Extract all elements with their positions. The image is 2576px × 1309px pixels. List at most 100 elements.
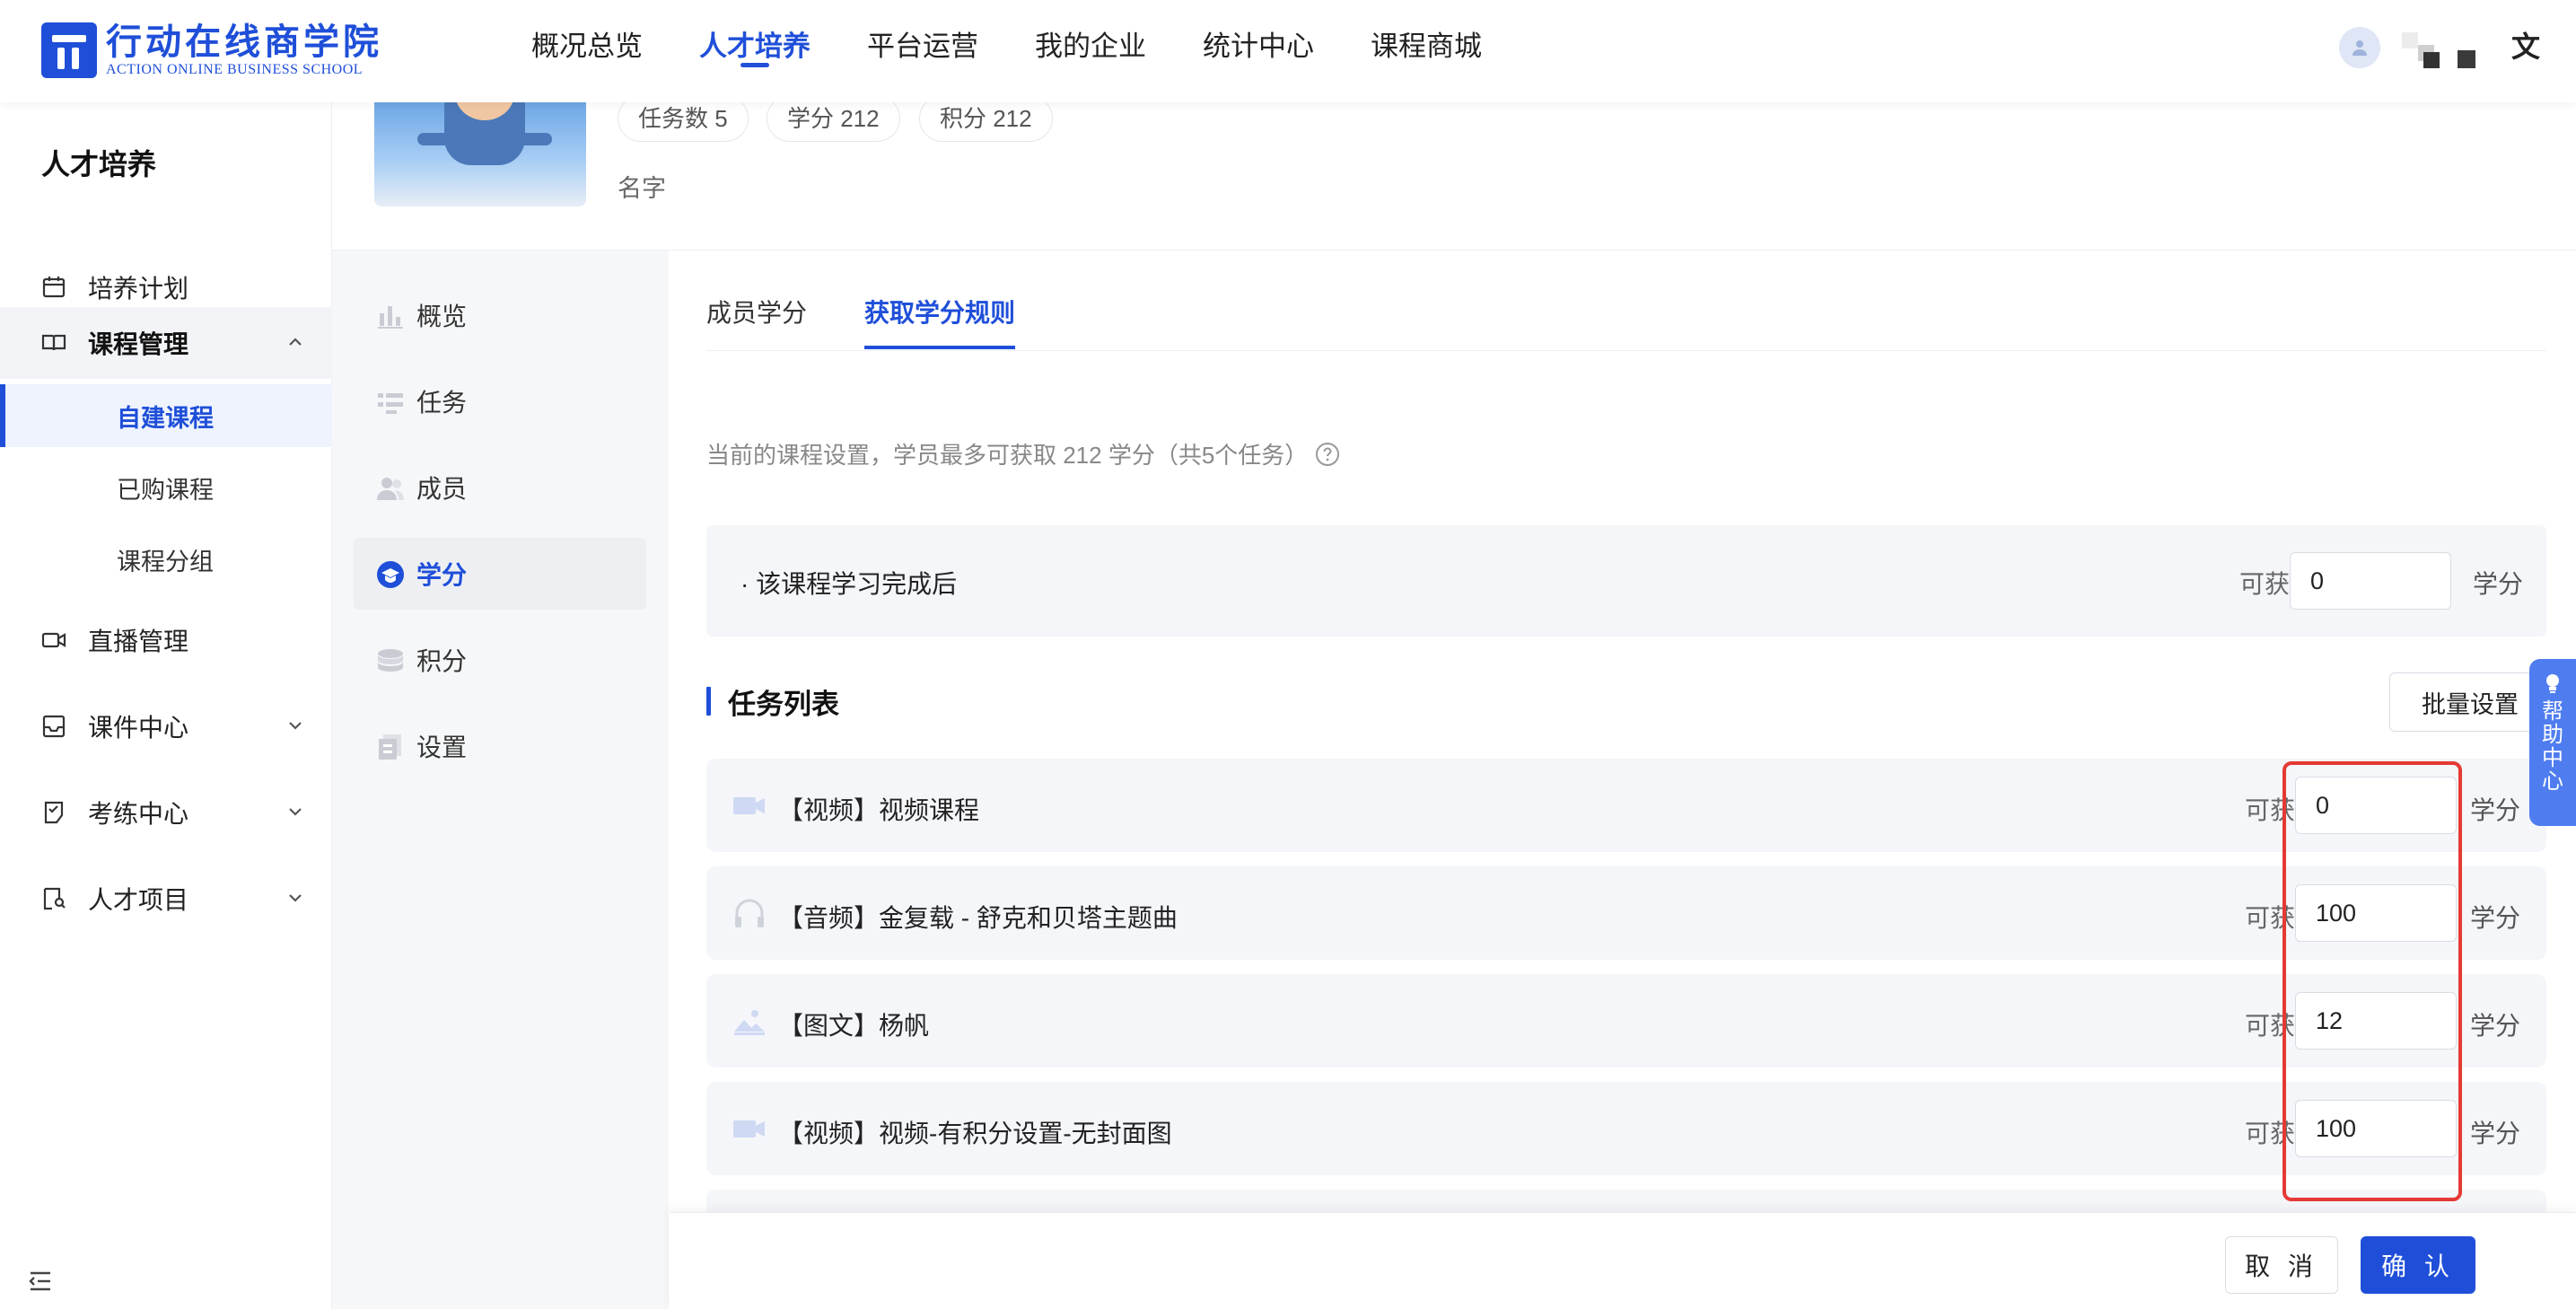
task-name: 【视频】视频-有积分设置-无封面图 [778,1120,1172,1147]
sidebar-item-live-management[interactable]: 直播管理 [0,604,332,676]
logo-text: 行动在线商学院 ACTION ONLINE BUSINESS SCHOOL [106,22,382,78]
course-menu-label: 成员 [416,475,468,503]
sidebar-subitem-self-built-courses[interactable]: 自建课程 [0,384,332,447]
course-menu-tasks[interactable]: 任务 [354,365,646,437]
course-menu-points[interactable]: 积分 [354,624,646,696]
course-menu-label: 任务 [416,389,468,417]
task-name: 【视频】视频课程 [778,796,980,824]
sidebar-subitem-course-groups[interactable]: 课程分组 [0,528,332,591]
completion-credit-row: · 该课程学习完成后 可获得 学分 [706,525,2546,637]
tab-member-credits[interactable]: 成员学分 [706,294,807,329]
task-credit-input[interactable] [2295,992,2457,1050]
calendar-icon [41,275,66,300]
chevron-up-icon [289,338,302,346]
course-name: 名字 [618,175,666,202]
task-unit: 学分 [2470,1120,2521,1147]
course-header: 任务数 5 学分 212 积分 212 名字 [332,95,2576,250]
sidebar-item-label: 直播管理 [88,628,189,655]
nav-item-operations[interactable]: 平台运营 [867,0,978,102]
inbox-icon [41,714,66,739]
video-camera-icon [41,628,66,653]
task-list-icon [378,393,403,414]
left-sidebar: 人才培养 培养计划 课程管理 自建课程 已购课程 课程分组 直播管理 课件中心 … [0,102,332,1309]
sidebar-item-exam-center[interactable]: 考练中心 [0,777,332,848]
sidebar-title: 人才培养 [41,148,157,180]
course-menu-settings[interactable]: 设置 [354,710,646,782]
collapse-sidebar-icon[interactable] [27,1268,54,1295]
sidebar-subitem-purchased-courses[interactable]: 已购课程 [0,456,332,519]
course-menu-credits[interactable]: 学分 [354,538,646,610]
course-menu-label: 设置 [416,734,468,761]
sidebar-item-label: 课程管理 [88,330,189,358]
nav-item-talent[interactable]: 人才培养 [699,0,810,102]
course-menu: 概览 任务 成员 学分 积分 设置 [332,250,669,1309]
headphones-icon [735,899,764,927]
credit-hint: 当前的课程设置，学员最多可获取 212 学分（共5个任务） [706,437,1340,470]
course-menu-label: 积分 [416,647,468,675]
brand-logo[interactable]: 行动在线商学院 ACTION ONLINE BUSINESS SCHOOL [41,22,382,79]
user-avatar[interactable] [2339,27,2380,68]
image-icon [734,1010,765,1035]
credit-icon [377,561,404,588]
task-row: 【视频】视频课程 可获得 学分 [706,759,2546,852]
chevron-down-icon [289,894,302,902]
question-icon[interactable] [1315,442,1340,467]
sidebar-item-label: 人才项目 [88,886,189,914]
help-center-tab[interactable]: 帮助中心 [2529,659,2576,826]
tab-credit-rules[interactable]: 获取学分规则 [864,294,1016,349]
footer-action-bar: 取 消 确 认 [670,1212,2576,1309]
lightbulb-icon [2546,674,2559,693]
person-doc-icon [41,886,66,911]
video-icon [733,1120,765,1138]
chevron-down-icon [289,722,302,730]
sidebar-item-label: 考练中心 [88,800,189,828]
completion-credit-input[interactable] [2290,552,2451,610]
user-name-redacted[interactable] [2402,32,2479,68]
task-unit: 学分 [2470,1012,2521,1040]
exam-icon [41,800,66,825]
nav-item-course-mall[interactable]: 课程商城 [1371,0,1482,102]
batch-set-button[interactable]: 批量设置 [2389,672,2551,732]
translate-icon[interactable]: 文 [2511,31,2544,63]
completion-unit: 学分 [2473,570,2524,598]
nav-item-overview[interactable]: 概况总览 [531,0,643,102]
brand-name-cn: 行动在线商学院 [106,22,382,62]
course-menu-overview[interactable]: 概览 [354,279,646,351]
sidebar-item-course-management[interactable]: 课程管理 [0,307,332,379]
course-menu-label: 概览 [416,303,468,330]
task-credit-input[interactable] [2295,884,2457,942]
task-unit: 学分 [2470,796,2521,824]
chevron-down-icon [289,808,302,816]
course-cover-image [374,102,586,206]
main-content: 成员学分 获取学分规则 当前的课程设置，学员最多可获取 212 学分（共5个任务… [669,250,2576,1309]
sidebar-item-label: 培养计划 [88,275,189,303]
help-center-label: 帮助中心 [2542,699,2563,794]
task-name: 【音频】金复载 - 舒克和贝塔主题曲 [778,904,1178,932]
task-list-title: 任务列表 [706,681,839,722]
top-navbar: 行动在线商学院 ACTION ONLINE BUSINESS SCHOOL 概况… [0,0,2576,102]
task-unit: 学分 [2470,904,2521,932]
sidebar-item-courseware-center[interactable]: 课件中心 [0,690,332,762]
main-nav: 概况总览 人才培养 平台运营 我的企业 统计中心 课程商城 [531,0,1538,102]
course-menu-members[interactable]: 成员 [354,452,646,523]
task-credit-input[interactable] [2295,1100,2457,1157]
sidebar-item-talent-projects[interactable]: 人才项目 [0,863,332,935]
credit-tabs: 成员学分 获取学分规则 [706,250,2546,351]
logo-mark-icon [41,22,97,78]
task-row: 【视频】视频-有积分设置-无封面图 可获得 学分 [706,1082,2546,1175]
confirm-button[interactable]: 确 认 [2361,1236,2475,1294]
brand-name-en: ACTION ONLINE BUSINESS SCHOOL [106,62,364,77]
settings-doc-icon [379,734,401,760]
completion-label: · 该课程学习完成后 [740,570,958,598]
nav-item-enterprise[interactable]: 我的企业 [1035,0,1146,102]
course-menu-label: 学分 [416,561,468,589]
book-icon [41,330,66,356]
members-icon [377,478,404,500]
bar-chart-icon [378,306,403,329]
nav-item-statistics[interactable]: 统计中心 [1203,0,1314,102]
video-icon [733,797,765,814]
task-row: 【图文】杨帆 可获得 学分 [706,974,2546,1067]
task-credit-input[interactable] [2295,777,2457,834]
credit-hint-text: 当前的课程设置，学员最多可获取 212 学分（共5个任务） [706,442,1309,469]
cancel-button[interactable]: 取 消 [2225,1236,2338,1294]
